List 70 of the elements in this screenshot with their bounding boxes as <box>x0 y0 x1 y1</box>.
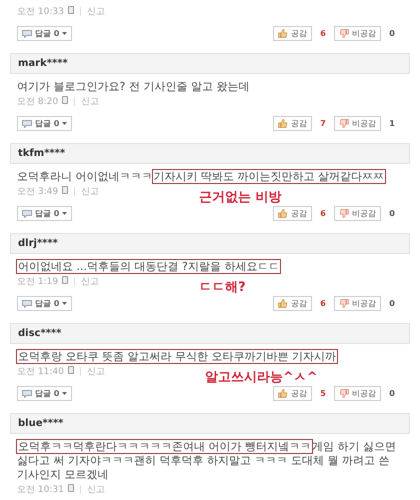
phone-icon <box>68 484 74 492</box>
comment-text: 오덕후랑 오타쿠 뜻좀 알고써라 무식한 오타쿠까기바쁜 기자시까 <box>17 350 338 364</box>
dislike-count: 0 <box>388 388 396 400</box>
thumbs-down-icon <box>339 119 349 128</box>
caret-icon <box>62 212 68 215</box>
like-button[interactable]: 공감 <box>273 116 312 131</box>
comment-text: 어이없네요 ...덕후들의 대동단결 ?지랄을 하세요ㄷㄷ <box>17 260 282 274</box>
thumbs-down-icon <box>339 209 349 218</box>
reply-button[interactable]: 답글 0 <box>17 206 72 221</box>
annotation-text: 근거없는 비방 <box>199 189 282 207</box>
caret-icon <box>62 302 68 305</box>
like-count: 6 <box>319 298 327 310</box>
username-header: blue**** <box>10 413 410 434</box>
like-button[interactable]: 공감 <box>273 26 312 41</box>
comment-time: 오전 8:20 <box>17 96 58 109</box>
username-header: mark**** <box>10 53 410 74</box>
phone-icon <box>62 276 68 284</box>
dislike-button[interactable]: 비공감 <box>334 206 381 221</box>
thumbs-up-icon <box>278 389 288 398</box>
dislike-button[interactable]: 비공감 <box>334 26 381 41</box>
dislike-button[interactable]: 비공감 <box>334 386 381 401</box>
comment-text: 오덕후라니 어이없네ㅋㅋㅋ 기자시키 딱봐도 까이는짓만하고 살꺼같다ㅉㅉ <box>17 170 386 184</box>
like-button[interactable]: 공감 <box>273 206 312 221</box>
phone-icon <box>62 186 68 194</box>
reply-button[interactable]: 답글 0 <box>17 386 72 401</box>
comment-text: 여기가 블로그인가요? 전 기사인줄 알고 왔는데 <box>17 80 250 94</box>
username-header: dlrj**** <box>10 233 410 254</box>
like-button[interactable]: 공감 <box>273 296 312 311</box>
phone-icon <box>62 96 68 104</box>
annotation-text: 알고쓰시라능^ㅅ^ <box>204 369 318 387</box>
like-count: 6 <box>319 208 327 220</box>
dislike-count: 0 <box>388 28 396 40</box>
comment-time: 오전 3:49 <box>17 186 58 199</box>
dislike-count: 1 <box>388 118 396 130</box>
caret-icon <box>62 32 68 35</box>
thumbs-down-icon <box>339 29 349 38</box>
speech-bubble-icon <box>22 390 32 398</box>
comment-time: 오전 10:31 <box>17 484 64 497</box>
phone-icon <box>68 6 74 14</box>
like-button[interactable]: 공감 <box>273 386 312 401</box>
comment-time: 오전 11:40 <box>17 366 64 379</box>
speech-bubble-icon <box>22 120 32 128</box>
like-count: 5 <box>319 388 327 400</box>
speech-bubble-icon <box>22 210 32 218</box>
thumbs-up-icon <box>278 299 288 308</box>
thumbs-up-icon <box>278 209 288 218</box>
comment-time: 오전 10:33 <box>17 6 64 19</box>
like-count: 6 <box>319 28 327 40</box>
thumbs-up-icon <box>278 119 288 128</box>
caret-icon <box>62 392 68 395</box>
dislike-count: 0 <box>388 298 396 310</box>
reply-button[interactable]: 답글 0 <box>17 296 72 311</box>
annotation-text: ㄷㄷ해? <box>199 279 246 297</box>
thumbs-up-icon <box>278 29 288 38</box>
username-header: tkfm**** <box>10 143 410 164</box>
like-count: 7 <box>319 118 327 130</box>
dislike-button[interactable]: 비공감 <box>334 116 381 131</box>
reply-button[interactable]: 답글 0 <box>17 26 72 41</box>
phone-icon <box>68 366 74 374</box>
dislike-count: 0 <box>388 208 396 220</box>
username-header: disc**** <box>10 323 410 344</box>
thumbs-down-icon <box>339 299 349 308</box>
speech-bubble-icon <box>22 30 32 38</box>
speech-bubble-icon <box>22 300 32 308</box>
thumbs-down-icon <box>339 389 349 398</box>
dislike-button[interactable]: 비공감 <box>334 296 381 311</box>
caret-icon <box>62 122 68 125</box>
reply-button[interactable]: 답글 0 <box>17 116 72 131</box>
comment-text: 오덕후ㅋㅋ덕후란다ㅋㅋㅋㅋㅋ존여내 어이가 뺑터지넼ㅋㅋ 게임 하기 싫으면 싫다고 써 기자야ㅋㅋㅋ괜히 덕후덕후 하지말고 ㅋㅋㅋ 도대체 뭘 까려고 쓴 기사인지 모르겠네 <box>17 440 397 482</box>
comment-time: 오전 1:19 <box>17 276 58 289</box>
